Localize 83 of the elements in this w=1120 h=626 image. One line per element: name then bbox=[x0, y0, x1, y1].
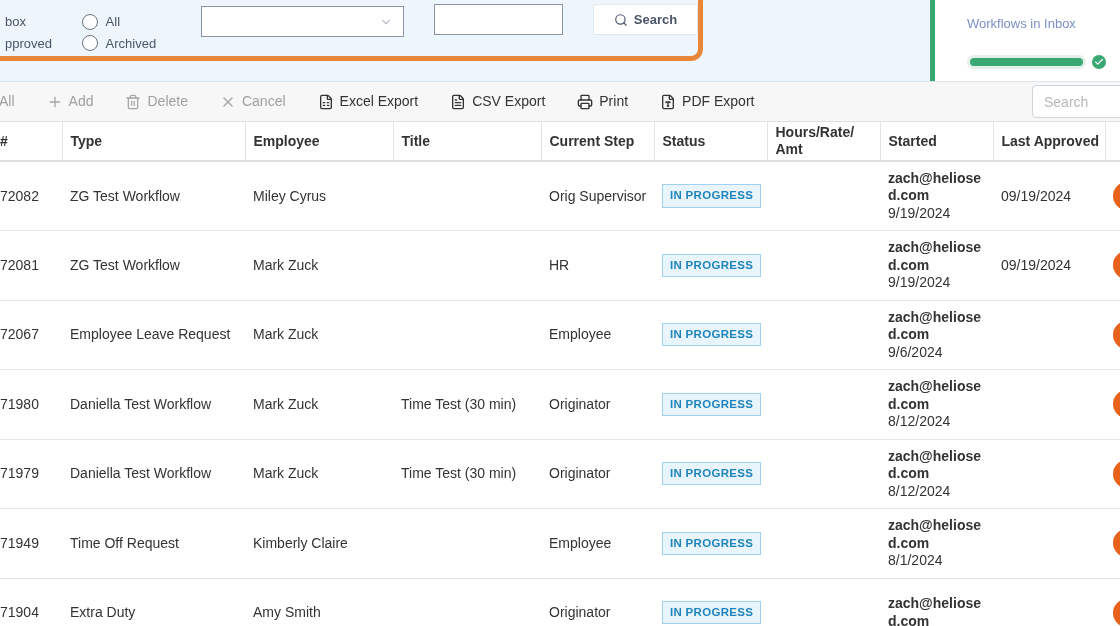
status-badge: IN PROGRESS bbox=[662, 531, 762, 555]
input-field[interactable] bbox=[434, 4, 563, 35]
table-cell: ZG Test Workflow bbox=[62, 230, 245, 300]
started-by-text: zach@heliosed.com bbox=[888, 308, 983, 344]
table-cell: Mark Zuck bbox=[245, 439, 393, 509]
document-icon bbox=[660, 93, 677, 110]
started-date: 8/12/2024 bbox=[888, 413, 952, 431]
table-cell: 72081 bbox=[0, 230, 62, 300]
trash-icon bbox=[125, 93, 142, 110]
table-cell: Time Test (30 min) bbox=[401, 395, 517, 412]
table-cell: 72082 bbox=[0, 161, 62, 231]
table-cell: Employee bbox=[541, 508, 654, 578]
table-cell: Time Off Request bbox=[62, 508, 245, 578]
started-date: 9/19/2024 bbox=[888, 274, 952, 292]
filter-label: box bbox=[5, 13, 27, 31]
column-header[interactable]: Started bbox=[880, 122, 993, 161]
radio-button[interactable] bbox=[81, 13, 98, 30]
radio-option[interactable]: Archived bbox=[81, 33, 172, 53]
table-cell: 72067 bbox=[0, 300, 62, 370]
table-cell: Mark Zuck bbox=[245, 230, 393, 300]
started-by-text: zach@heliosed.com bbox=[888, 239, 983, 274]
table-cell: 09/19/2024 bbox=[1001, 256, 1072, 273]
column-header[interactable]: Status bbox=[654, 122, 767, 161]
status-badge: IN PROGRESS bbox=[662, 323, 762, 347]
status-badge: IN PROGRESS bbox=[662, 601, 762, 625]
check-icon bbox=[1092, 54, 1106, 69]
started-by-text: zach@heliosed.com bbox=[888, 447, 983, 483]
table-cell: Miley Cyrus bbox=[245, 161, 393, 231]
summary-label: Workflows in Inbox bbox=[967, 15, 1077, 33]
table-cell: Employee Leave Request bbox=[62, 300, 245, 370]
table-cell: Originator bbox=[541, 439, 654, 509]
table-cell: Daniella Test Workflow bbox=[62, 439, 245, 509]
column-header[interactable]: Employee bbox=[245, 122, 393, 161]
column-header[interactable]: Title bbox=[393, 122, 541, 161]
started-by-text: zach@heliosed.com bbox=[888, 595, 983, 626]
table-cell: ZG Test Workflow bbox=[62, 161, 245, 231]
column-header[interactable]: Type bbox=[62, 122, 245, 161]
table-cell: 71949 bbox=[0, 508, 62, 578]
toolbar-button[interactable]: Excel Export bbox=[317, 86, 419, 117]
status-badge: IN PROGRESS bbox=[662, 253, 762, 277]
table-cell: Mark Zuck bbox=[245, 369, 393, 439]
table-cell: Originator bbox=[541, 369, 654, 439]
table-cell: Originator bbox=[541, 578, 654, 626]
column-header[interactable]: Current Step bbox=[541, 122, 654, 161]
status-badge: IN PROGRESS bbox=[662, 462, 762, 486]
table-cell: Employee bbox=[541, 300, 654, 370]
table-cell: Amy Smith bbox=[245, 578, 393, 626]
search-field[interactable]: Search bbox=[1032, 85, 1120, 118]
printer-icon bbox=[577, 93, 594, 110]
spreadsheet-icon bbox=[317, 93, 334, 110]
table-cell: Kimberly Claire bbox=[245, 508, 393, 578]
search-icon bbox=[613, 12, 628, 27]
table-cell: Mark Zuck bbox=[245, 300, 393, 370]
table-cell: 09/19/2024 bbox=[1001, 187, 1072, 204]
radio-option[interactable]: All bbox=[81, 12, 172, 32]
started-date: 8/1/2024 bbox=[888, 552, 944, 570]
column-header[interactable]: # bbox=[0, 122, 62, 161]
radio-button[interactable] bbox=[81, 35, 98, 52]
started-by-text: zach@heliosed.com bbox=[888, 169, 983, 205]
table-cell: 71904 bbox=[0, 578, 62, 626]
table-cell: HR bbox=[541, 230, 654, 300]
table-cell: Daniella Test Workflow bbox=[62, 369, 245, 439]
column-header[interactable]: Last Approved bbox=[993, 122, 1105, 161]
column-header[interactable]: Hours/Rate/ Amt bbox=[767, 122, 880, 161]
started-by-text: zach@heliosed.com bbox=[888, 378, 983, 413]
toolbar-button[interactable]: CSV Export bbox=[450, 86, 546, 117]
started-date: 9/19/2024 bbox=[888, 204, 952, 223]
filter-label: pproved bbox=[5, 34, 53, 53]
status-badge: IN PROGRESS bbox=[662, 392, 762, 416]
toolbar-button[interactable]: PDF Export bbox=[660, 86, 755, 117]
search-button[interactable]: Search bbox=[593, 4, 698, 35]
started-date: 9/6/2024 bbox=[888, 343, 944, 361]
started-by-text: zach@heliosed.com bbox=[888, 517, 983, 552]
table-cell: Time Test (30 min) bbox=[401, 465, 517, 482]
status-badge: IN PROGRESS bbox=[662, 184, 762, 208]
document-icon bbox=[450, 93, 467, 110]
table-cell: 71979 bbox=[0, 439, 62, 509]
started-date: 8/12/2024 bbox=[888, 482, 952, 500]
toolbar-button[interactable]: Print bbox=[577, 86, 629, 117]
table-cell: Orig Supervisor bbox=[541, 161, 654, 231]
table-cell: 71980 bbox=[0, 369, 62, 439]
dropdown-field[interactable] bbox=[200, 6, 404, 37]
table-cell: Extra Duty bbox=[62, 578, 245, 626]
